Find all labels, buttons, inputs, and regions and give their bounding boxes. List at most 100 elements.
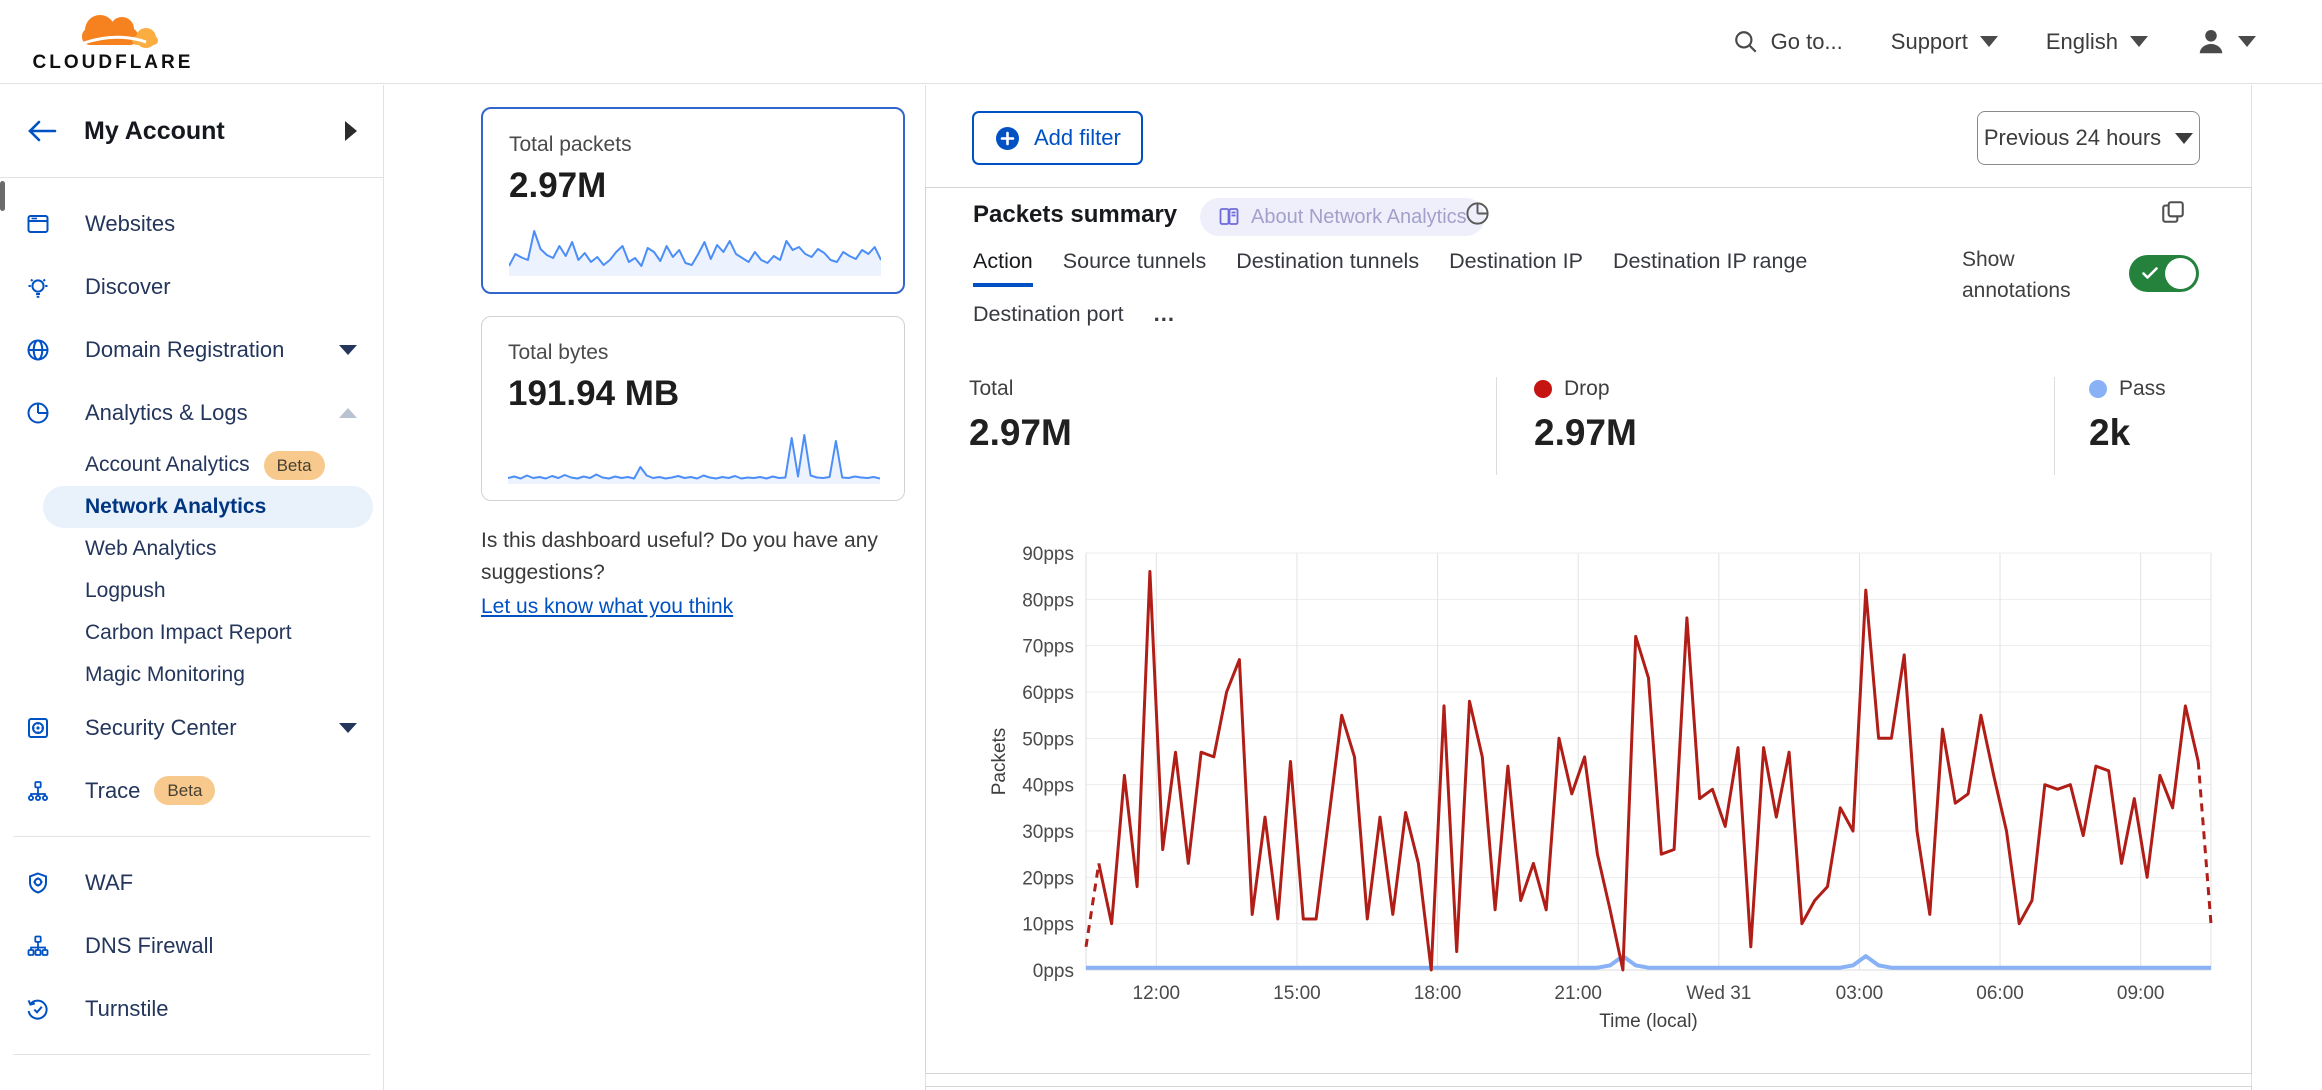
card-value: 191.94 MB — [508, 374, 878, 414]
tab-destination-port[interactable]: Destination port — [973, 302, 1124, 336]
pass-legend-dot — [2089, 380, 2107, 398]
chevron-down-icon — [2238, 36, 2256, 47]
y-tick-label: 80pps — [1022, 590, 1074, 611]
back-arrow-icon[interactable] — [26, 118, 58, 144]
about-network-analytics-badge[interactable]: About Network Analytics — [1200, 198, 1485, 236]
tab-source-tunnels[interactable]: Source tunnels — [1063, 249, 1206, 287]
language-menu[interactable]: English — [2046, 29, 2148, 55]
sidebar-item-label: Domain Registration — [85, 337, 284, 363]
sidebar-item-partial[interactable] — [0, 1069, 383, 1090]
sidebar-item-logpush[interactable]: Logpush — [0, 570, 383, 612]
sidebar-item-label: Security Center — [85, 715, 237, 741]
sidebar-scrollbar[interactable] — [0, 181, 5, 211]
tab-destination-ip[interactable]: Destination IP — [1449, 249, 1583, 287]
y-tick-label: 10pps — [1022, 915, 1074, 936]
expand-panel-icon[interactable] — [2160, 199, 2186, 225]
drop-legend-dot — [1534, 380, 1552, 398]
y-tick-label: 30pps — [1022, 822, 1074, 843]
rotate-check-icon — [26, 997, 50, 1021]
sitemap-icon — [26, 779, 50, 803]
sidebar-item-label: Discover — [85, 274, 171, 300]
show-annotations-toggle[interactable] — [2129, 255, 2199, 292]
tab-action[interactable]: Action — [973, 249, 1033, 287]
goto-search[interactable]: Go to... — [1733, 29, 1843, 55]
chevron-right-icon[interactable] — [345, 121, 357, 141]
account-title: My Account — [84, 117, 225, 146]
card-value: 2.97M — [509, 166, 877, 206]
sidebar-item-network-analytics[interactable]: Network Analytics — [43, 486, 373, 528]
panel-title: Packets summary — [973, 201, 1177, 229]
dimension-tabs-row2: Destination port ... — [973, 301, 1175, 336]
chevron-down-icon — [1980, 36, 1998, 47]
divider — [13, 1054, 370, 1055]
sidebar-item-magic-monitoring[interactable]: Magic Monitoring — [0, 654, 383, 696]
packets-time-series-chart[interactable]: 0pps10pps20pps30pps40pps50pps60pps70pps8… — [981, 541, 2231, 1046]
sidebar-item-label: WAF — [85, 870, 133, 896]
sidebar-item-label: Account Analytics — [85, 453, 250, 477]
sidebar-item-label: Websites — [85, 211, 175, 237]
account-menu[interactable] — [2196, 27, 2256, 57]
sidebar-item-carbon-impact-report[interactable]: Carbon Impact Report — [0, 612, 383, 654]
packets-chart: 0pps10pps20pps30pps40pps50pps60pps70pps8… — [981, 541, 2231, 1046]
stat-label: Total — [969, 377, 1013, 401]
sidebar-item-label: Web Analytics — [85, 537, 217, 561]
tab-destination-tunnels[interactable]: Destination tunnels — [1236, 249, 1419, 287]
time-pie-icon[interactable] — [1464, 200, 1491, 227]
x-tick-label: 15:00 — [1273, 983, 1321, 1004]
about-badge-label: About Network Analytics — [1251, 206, 1467, 229]
brand-text: CLOUDFLARE — [33, 52, 194, 73]
more-tabs-ellipsis[interactable]: ... — [1154, 301, 1175, 336]
support-label: Support — [1891, 29, 1968, 55]
total-bytes-card[interactable]: Total bytes 191.94 MB — [481, 316, 905, 501]
sidebar-item-turnstile[interactable]: Turnstile — [0, 977, 383, 1040]
sidebar-item-label: Turnstile — [85, 996, 169, 1022]
user-icon — [2196, 27, 2226, 57]
sidebar-item-analytics-logs[interactable]: Analytics & Logs — [0, 381, 383, 444]
sidebar-item-label: Magic Monitoring — [85, 663, 245, 687]
y-tick-label: 90pps — [1022, 544, 1074, 565]
sidebar-item-web-analytics[interactable]: Web Analytics — [0, 528, 383, 570]
sidebar-item-dns-firewall[interactable]: DNS Firewall — [0, 914, 383, 977]
chevron-down-icon — [339, 345, 357, 355]
x-tick-label: Wed 31 — [1686, 983, 1751, 1004]
sidebar-item-security-center[interactable]: Security Center — [0, 696, 383, 759]
plus-circle-icon — [994, 125, 1021, 152]
support-menu[interactable]: Support — [1891, 29, 1998, 55]
tab-destination-ip-range[interactable]: Destination IP range — [1613, 249, 1807, 287]
x-axis-title: Time (local) — [1599, 1011, 1698, 1032]
x-tick-label: 21:00 — [1554, 983, 1602, 1004]
time-range-button[interactable]: Previous 24 hours — [1977, 111, 2200, 165]
card-title: Total packets — [509, 133, 877, 157]
cloudflare-dashboard: CLOUDFLARE Go to... Support English — [0, 0, 2322, 1090]
sidebar-item-label: Trace — [85, 778, 140, 804]
sidebar-item-discover[interactable]: Discover — [0, 255, 383, 318]
goto-label: Go to... — [1771, 29, 1843, 55]
lightbulb-icon — [26, 275, 50, 299]
shield-gear-icon — [26, 871, 50, 895]
stats-row: Total 2.97M Drop 2.97M Pass 2k — [926, 377, 2253, 477]
safe-icon — [26, 716, 50, 740]
sidebar-item-waf[interactable]: WAF — [0, 851, 383, 914]
stat-drop: Drop 2.97M — [1534, 377, 1637, 454]
sidebar-item-account-analytics[interactable]: Account Analytics Beta — [0, 444, 383, 486]
search-icon — [1733, 29, 1759, 55]
y-axis-title: Packets — [989, 728, 1010, 796]
dimension-tabs: Action Source tunnels Destination tunnel… — [973, 249, 1807, 287]
time-range-label: Previous 24 hours — [1984, 125, 2161, 151]
total-packets-card[interactable]: Total packets 2.97M — [481, 107, 905, 294]
sidebar-item-websites[interactable]: Websites — [0, 192, 383, 255]
divider — [13, 836, 370, 837]
stat-label: Drop — [1564, 377, 1610, 401]
pass-series-line — [1086, 956, 2211, 968]
x-tick-label: 12:00 — [1133, 983, 1181, 1004]
bytes-sparkline — [508, 428, 880, 486]
sidebar-item-label: Network Analytics — [85, 495, 266, 519]
add-filter-button[interactable]: Add filter — [972, 111, 1143, 165]
stat-total: Total 2.97M — [969, 377, 1072, 454]
book-icon — [1218, 206, 1240, 228]
feedback-link[interactable]: Let us know what you think — [481, 591, 733, 623]
cloudflare-logo[interactable]: CLOUDFLARE — [18, 10, 208, 74]
sidebar-item-domain-registration[interactable]: Domain Registration — [0, 318, 383, 381]
top-nav: Go to... Support English — [1733, 27, 2256, 57]
sidebar-item-trace[interactable]: Trace Beta — [0, 759, 383, 822]
